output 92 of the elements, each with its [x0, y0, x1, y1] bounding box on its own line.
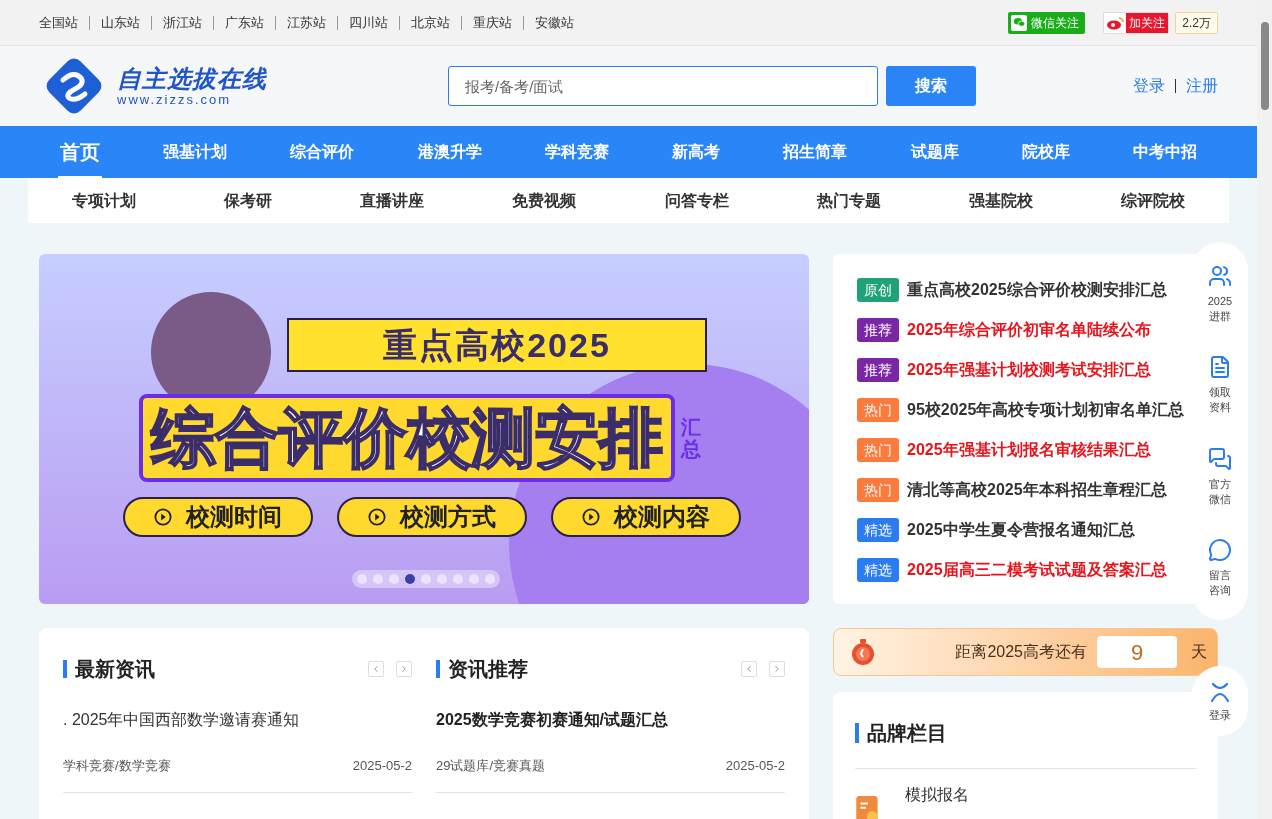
- news-category: 29试题库/竞赛真题: [436, 757, 546, 775]
- headline-link[interactable]: 清北等高校2025年本科招生章程汇总: [907, 478, 1167, 502]
- follower-count: 2.2万: [1175, 11, 1218, 34]
- chevron-left-icon: [744, 664, 754, 674]
- station-link[interactable]: 安徽站: [535, 12, 574, 33]
- nav-tab[interactable]: 试题库: [908, 126, 961, 178]
- news-title[interactable]: 2025数学竞赛初赛通知/试题汇总: [436, 708, 785, 732]
- nav-tab[interactable]: 港澳升学: [415, 126, 484, 178]
- headline-link[interactable]: 2025届高三二模考试试题及答案汇总: [907, 558, 1167, 582]
- previous-button[interactable]: [741, 661, 757, 677]
- search-button[interactable]: 搜索: [886, 66, 976, 106]
- headline-link[interactable]: 2025年强基计划报名审核结果汇总: [907, 438, 1151, 462]
- nav-tab[interactable]: 院校库: [1019, 126, 1072, 178]
- section-title: 最新资讯: [75, 657, 155, 682]
- nav-tab[interactable]: 新高考: [670, 126, 723, 178]
- document-icon: [1208, 355, 1232, 380]
- headline-link[interactable]: 2025年强基计划校测考试安排汇总: [907, 358, 1151, 382]
- sub-nav-link[interactable]: 热门专题: [816, 188, 881, 213]
- sidebar-login-button[interactable]: 登录: [1192, 666, 1248, 736]
- banner-pill: 校测方式: [337, 497, 527, 537]
- tag-label: 热门: [857, 398, 899, 422]
- headline-link[interactable]: 重点高校2025综合评价校测安排汇总: [907, 278, 1167, 302]
- scrollbar[interactable]: [1257, 0, 1272, 819]
- play-circle-icon: [368, 508, 386, 526]
- station-link[interactable]: 四川站: [349, 12, 388, 33]
- section-title: 资讯推荐: [448, 657, 528, 682]
- banner-side-tag: 汇总: [681, 416, 701, 460]
- news-category: 学科竞赛/数学竞赛: [63, 757, 171, 775]
- station-link[interactable]: 北京站: [411, 12, 450, 33]
- nav-tab[interactable]: 中考中招: [1130, 126, 1199, 178]
- station-link[interactable]: 山东站: [101, 12, 140, 33]
- nav-tab[interactable]: 强基计划: [161, 126, 230, 178]
- logo-title: 自主选拔在线: [117, 65, 267, 93]
- group-icon: [1208, 263, 1232, 288]
- auth-link[interactable]: 登录: [1133, 74, 1165, 98]
- previous-button[interactable]: [368, 661, 384, 677]
- headline-link[interactable]: 2025年综合评价初审名单陆续公布: [907, 318, 1151, 342]
- sub-nav-link[interactable]: 强基院校: [968, 188, 1033, 213]
- headline-link[interactable]: 2025中学生夏令营报名通知汇总: [907, 518, 1135, 542]
- headline-link[interactable]: 95校2025年高校专项计划初审名单汇总: [907, 398, 1185, 422]
- weibo-icon: [1105, 14, 1126, 31]
- countdown-unit: 天: [1191, 642, 1207, 662]
- sub-nav-link[interactable]: 问答专栏: [664, 188, 729, 213]
- auth-link[interactable]: 注册: [1186, 74, 1218, 98]
- sub-nav-link[interactable]: 综评院校: [1120, 188, 1185, 213]
- next-button[interactable]: [396, 661, 412, 677]
- tag-label: 热门: [857, 438, 899, 462]
- station-link[interactable]: 广东站: [225, 12, 264, 33]
- weibo-follow-button[interactable]: 加关注: [1103, 11, 1170, 34]
- tag-label: 推荐: [857, 318, 899, 342]
- station-link[interactable]: 重庆站: [473, 12, 512, 33]
- chevron-right-icon: [772, 664, 782, 674]
- banner-headline: 综合评价校测安排: [139, 394, 675, 482]
- station-link[interactable]: 浙江站: [163, 12, 202, 33]
- banner-ribbon: 重点高校2025: [287, 318, 707, 372]
- nav-tab[interactable]: 学科竞赛: [542, 126, 611, 178]
- tag-label: 推荐: [857, 358, 899, 382]
- sidebar-shortcut[interactable]: 官方 微信: [1208, 446, 1232, 507]
- logo-url: www.zizzs.com: [117, 93, 233, 107]
- search-field[interactable]: 报考/备考/面试: [448, 66, 878, 106]
- brand-item-title[interactable]: 模拟报名: [905, 783, 969, 819]
- banner-pill: 校测内容: [551, 497, 741, 537]
- banner-pill: 校测时间: [123, 497, 313, 537]
- section-title: 品牌栏目: [867, 721, 947, 746]
- sidebar-shortcut[interactable]: 领取 资料: [1208, 355, 1232, 416]
- wechat-icon: [1011, 14, 1028, 31]
- chevron-right-icon: [399, 664, 409, 674]
- chevron-left-icon: [371, 664, 381, 674]
- station-link[interactable]: 全国站: [39, 12, 78, 33]
- sub-nav-link[interactable]: 专项计划: [72, 188, 137, 213]
- countdown-label: 距离2025高考还有: [955, 642, 1087, 662]
- sub-nav-link[interactable]: 保考研: [224, 188, 273, 213]
- nav-tab[interactable]: 综合评价: [288, 126, 357, 178]
- play-circle-icon: [154, 508, 172, 526]
- chat-bubbles-icon: [1208, 446, 1232, 471]
- sub-nav-link[interactable]: 免费视频: [512, 188, 577, 213]
- countdown-days: 9: [1097, 636, 1177, 668]
- news-title[interactable]: . 2025年中国西部数学邀请赛通知: [63, 708, 412, 732]
- chat-icon: [1208, 538, 1232, 563]
- tag-label: 精选: [857, 518, 899, 542]
- tag-label: 精选: [857, 558, 899, 582]
- next-button[interactable]: [769, 661, 785, 677]
- station-link[interactable]: 江苏站: [287, 12, 326, 33]
- sidebar-shortcut[interactable]: 2025 进群: [1207, 263, 1233, 324]
- news-date: 2025-05-2: [352, 757, 412, 775]
- nav-tab[interactable]: 招生简章: [781, 126, 850, 178]
- sidebar-shortcut[interactable]: 留言 咨询: [1208, 538, 1232, 599]
- news-date: 2025-05-2: [725, 757, 785, 775]
- tag-label: 热门: [857, 478, 899, 502]
- play-circle-icon: [582, 508, 600, 526]
- sub-nav-link[interactable]: 直播讲座: [360, 188, 425, 213]
- tag-label: 原创: [857, 278, 899, 302]
